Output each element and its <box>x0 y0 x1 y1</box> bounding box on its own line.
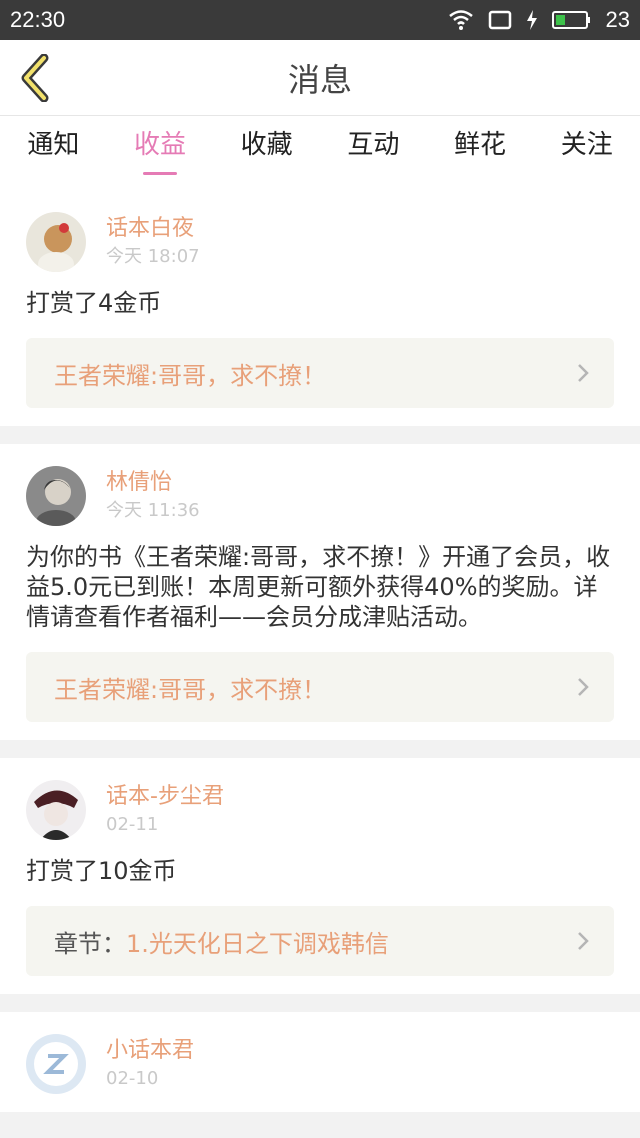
message-text: 为你的书《王者荣耀:哥哥，求不撩！》开通了会员，收益5.0元已到账！本周更新可额… <box>26 543 611 631</box>
message-card: 林倩怡 今天 11:36 为你的书《王者荣耀:哥哥，求不撩！》开通了会员，收益5… <box>0 444 640 740</box>
sender-name[interactable]: 话本白夜 <box>106 214 200 244</box>
battery-level: 23 <box>605 7 630 32</box>
tab-following[interactable]: 关注 <box>533 124 640 161</box>
chevron-right-icon <box>578 364 589 382</box>
sender-name[interactable]: 话本-步尘君 <box>106 782 224 812</box>
battery-icon <box>551 11 590 29</box>
tab-favorites[interactable]: 收藏 <box>213 124 320 161</box>
message-card: 小话本君 02-10 <box>0 1012 640 1112</box>
girl-avatar-icon <box>26 212 86 272</box>
sender-name[interactable]: 小话本君 <box>106 1036 194 1066</box>
status-bar: 22:30 23 <box>0 0 640 40</box>
status-time: 22:30 <box>10 7 66 32</box>
message-card: 话本白夜 今天 18:07 打赏了4金币 王者荣耀:哥哥，求不撩！ <box>0 190 640 426</box>
book-title: 王者荣耀:哥哥，求不撩！ <box>54 675 327 704</box>
chapter-prefix: 章节： <box>54 929 126 958</box>
wifi-icon <box>448 10 473 30</box>
avatar[interactable] <box>26 212 86 272</box>
chevron-right-icon <box>578 932 589 950</box>
avatar[interactable] <box>26 1034 86 1094</box>
message-card: 话本-步尘君 02-11 打赏了10金币 章节：1.光天化日之下调戏韩信 <box>0 758 640 994</box>
message-list: 话本白夜 今天 18:07 打赏了4金币 王者荣耀:哥哥，求不撩！ 林倩怡 今天… <box>0 190 640 1112</box>
message-text: 打赏了10金币 <box>26 857 177 885</box>
chapter-link[interactable]: 章节：1.光天化日之下调戏韩信 <box>26 906 614 976</box>
book-title: 王者荣耀:哥哥，求不撩！ <box>54 361 327 390</box>
anime-avatar-icon <box>26 780 86 840</box>
tab-flowers[interactable]: 鲜花 <box>427 124 534 161</box>
message-time: 今天 18:07 <box>106 246 200 267</box>
book-link[interactable]: 王者荣耀:哥哥，求不撩！ <box>26 338 614 408</box>
message-time: 今天 11:36 <box>106 500 200 521</box>
message-time: 02-10 <box>106 1068 159 1089</box>
chapter-title: 1.光天化日之下调戏韩信 <box>126 929 389 958</box>
message-text: 打赏了4金币 <box>26 289 162 317</box>
message-time: 02-11 <box>106 814 159 835</box>
page-title: 消息 <box>287 60 352 99</box>
logo-avatar-icon <box>26 1034 86 1094</box>
screen-rotate-icon <box>488 10 511 30</box>
back-arrow-icon[interactable] <box>16 54 56 102</box>
charging-icon <box>526 10 537 30</box>
grey-avatar-icon <box>26 466 86 526</box>
tab-earnings[interactable]: 收益 <box>107 124 214 161</box>
book-link[interactable]: 王者荣耀:哥哥，求不撩！ <box>26 652 614 722</box>
nav-bar: 消息 <box>0 40 640 116</box>
sender-name[interactable]: 林倩怡 <box>106 468 200 498</box>
tab-bar: 通知 收益 收藏 互动 鲜花 关注 <box>0 116 640 172</box>
avatar[interactable] <box>26 466 86 526</box>
tab-notifications[interactable]: 通知 <box>0 124 107 161</box>
status-icons: 23 <box>448 7 630 33</box>
tab-interactions[interactable]: 互动 <box>320 124 427 161</box>
avatar[interactable] <box>26 780 86 840</box>
chevron-right-icon <box>578 678 589 696</box>
